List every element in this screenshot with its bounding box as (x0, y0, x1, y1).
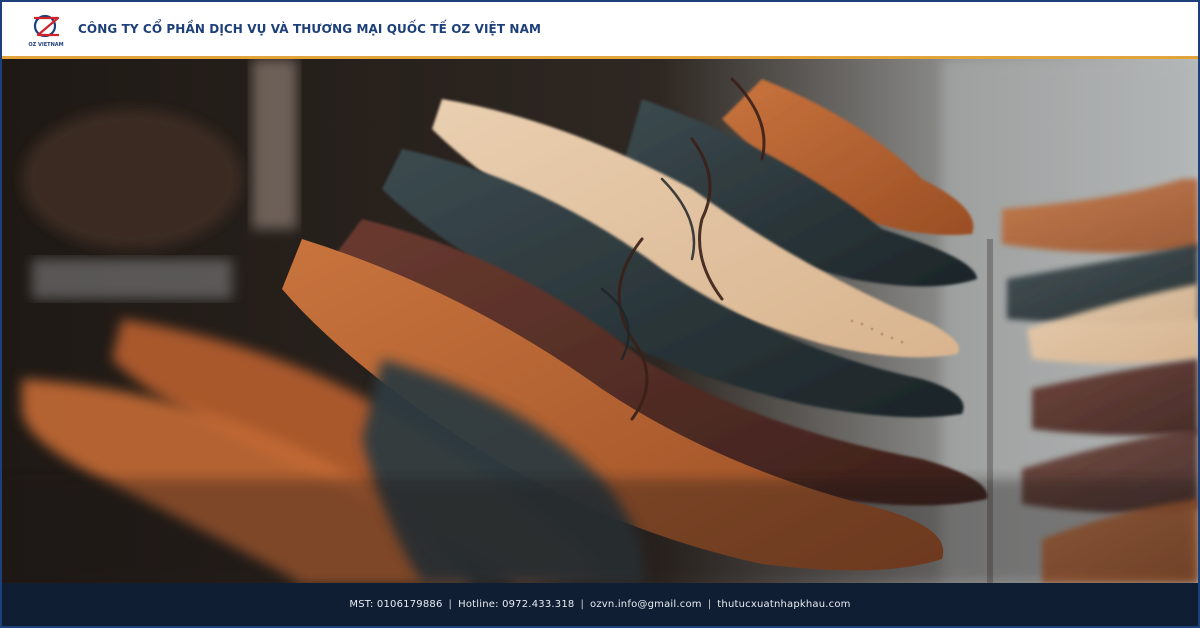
email-link[interactable]: ozvn.info@gmail.com (590, 599, 702, 610)
header-bar: OZ VIETNAM CÔNG TY CỔ PHẦN DỊCH VỤ VÀ TH… (2, 2, 1198, 56)
oz-logo-icon (33, 14, 60, 37)
tax-code: MST: 0106179886 (349, 599, 443, 610)
company-logo[interactable]: OZ VIETNAM (26, 6, 66, 52)
shoes-photo-icon (2, 59, 1198, 583)
website-link[interactable]: thutucxuatnhapkhau.com (717, 599, 850, 610)
separator: | (580, 599, 585, 610)
hero-image (2, 59, 1198, 583)
logo-text: OZ VIETNAM (28, 41, 64, 48)
hotline[interactable]: Hotline: 0972.433.318 (458, 599, 574, 610)
separator: | (448, 599, 453, 610)
separator: | (707, 599, 712, 610)
footer-bar: MST: 0106179886 | Hotline: 0972.433.318 … (2, 583, 1198, 626)
company-name: CÔNG TY CỔ PHẦN DỊCH VỤ VÀ THƯƠNG MẠI QU… (78, 22, 541, 36)
